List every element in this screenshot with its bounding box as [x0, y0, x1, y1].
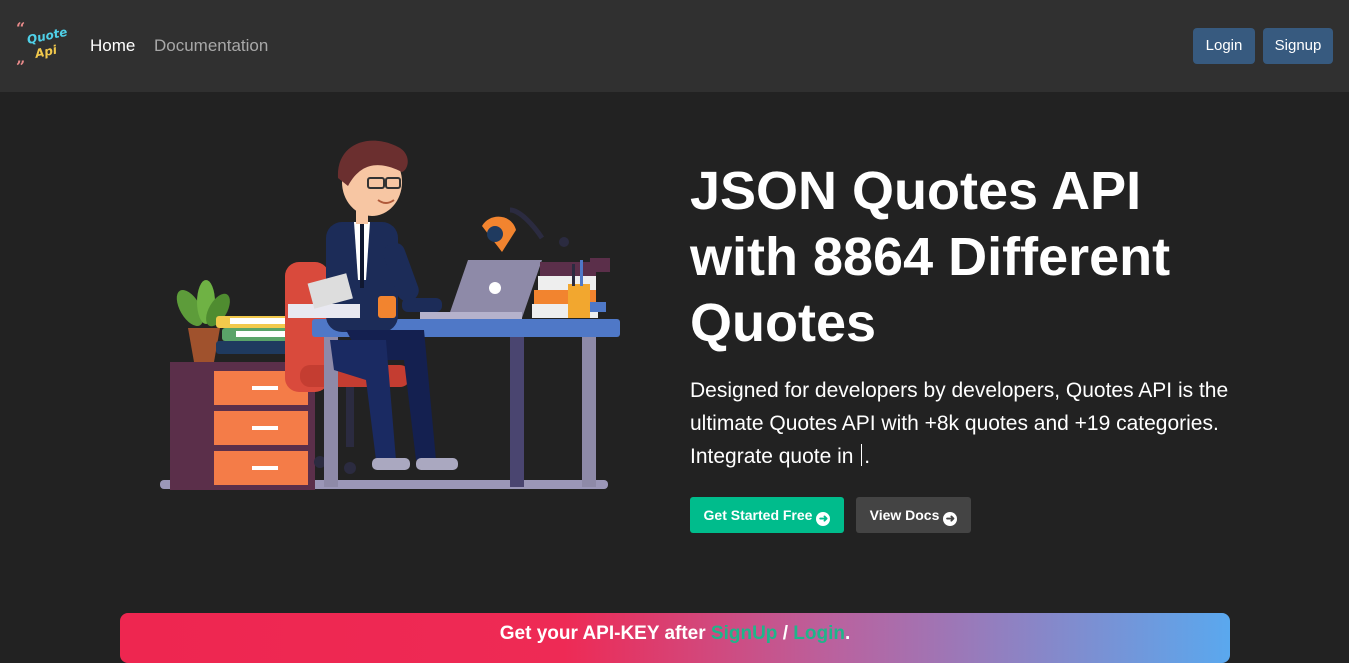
navbar: “ ” Quotes Api Home Documentation Login … — [0, 0, 1349, 92]
hero-title-line-1: JSON Quotes API — [690, 161, 1142, 221]
hero-description-text: Designed for developers by developers, Q… — [690, 379, 1229, 468]
banner-separator: / — [777, 623, 794, 644]
nav-documentation-link[interactable]: Documentation — [154, 36, 268, 56]
svg-text:Quotes: Quotes — [26, 23, 68, 47]
view-docs-button[interactable]: View Docs ➜ — [856, 497, 971, 533]
typing-cursor — [861, 444, 863, 466]
get-started-free-label: Get Started Free — [703, 507, 813, 523]
get-started-free-button[interactable]: Get Started Free ➜ — [690, 497, 844, 533]
view-docs-label: View Docs — [869, 507, 940, 523]
banner-signup-link[interactable]: SignUp — [711, 623, 778, 644]
svg-text:Api: Api — [33, 42, 59, 61]
banner-prefix: Get your API-KEY after — [499, 623, 711, 644]
hero-title: JSON Quotes API with 8864 Different Quot… — [690, 158, 1310, 356]
svg-text:“: “ — [16, 20, 25, 38]
hero-title-line-3: Quotes — [690, 293, 877, 353]
hero-description: Designed for developers by developers, Q… — [690, 374, 1230, 473]
banner-suffix: . — [844, 623, 851, 644]
developer-at-desk-illustration — [160, 140, 620, 490]
quotes-api-logo[interactable]: “ ” Quotes Api — [14, 20, 68, 72]
arrow-circle-right-icon: ➜ — [816, 512, 831, 526]
hero-title-line-2: with 8864 Different — [690, 227, 1171, 287]
signup-button[interactable]: Signup — [1263, 28, 1333, 64]
hero-description-end: . — [864, 445, 871, 468]
nav-home-link[interactable]: Home — [90, 36, 135, 56]
api-key-banner: Get your API-KEY after SignUp / Login. — [120, 613, 1230, 663]
login-button[interactable]: Login — [1193, 28, 1255, 64]
banner-login-link[interactable]: Login — [793, 623, 845, 644]
svg-text:”: ” — [16, 57, 25, 72]
arrow-circle-right-icon: ➜ — [943, 512, 958, 526]
